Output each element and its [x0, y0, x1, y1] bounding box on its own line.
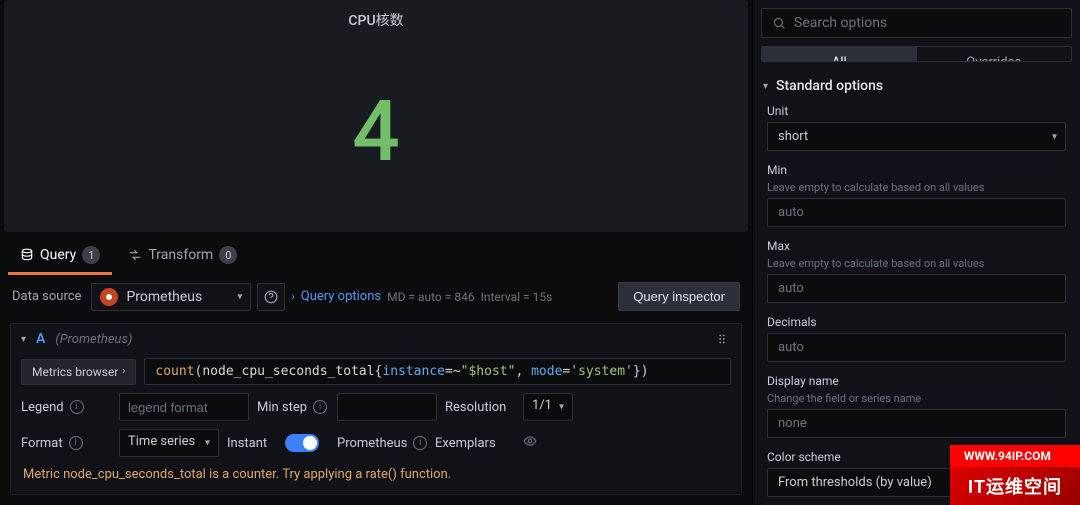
unit-label: Unit [767, 104, 1066, 118]
collapse-icon[interactable]: ▾ [21, 334, 26, 345]
expr-brace-close: } [633, 364, 641, 379]
resolution-label: Resolution [445, 400, 515, 415]
expr-key2: mode [531, 364, 562, 379]
query-inspector-button[interactable]: Query inspector [618, 282, 740, 311]
max-input[interactable]: auto [767, 274, 1066, 303]
datasource-picker[interactable]: Prometheus ▾ [91, 283, 251, 311]
filter-overrides[interactable]: Overrides [917, 47, 1072, 62]
colorscheme-label: Color scheme [767, 450, 1066, 464]
delete-icon[interactable] [687, 330, 705, 348]
legend-label: Legendi [21, 400, 111, 415]
minstep-label: Min stepi [257, 400, 329, 415]
chevron-down-icon: ▾ [1052, 131, 1057, 142]
tab-query[interactable]: Query 1 [8, 236, 112, 274]
expr-comma: , [515, 364, 531, 379]
chevron-down-icon: ▾ [1052, 477, 1057, 488]
search-options-input[interactable]: Search options [761, 8, 1072, 38]
tab-transform-label: Transform [148, 247, 213, 263]
expr-val1: "$host" [461, 364, 516, 379]
resolution-select[interactable]: 1/1▾ [523, 393, 573, 421]
drag-handle-icon[interactable] [713, 330, 731, 348]
format-select[interactable]: Time series▾ [119, 429, 219, 457]
decimals-label: Decimals [767, 315, 1066, 329]
options-pane: Search options All Overrides ▾ Standard … [752, 0, 1080, 505]
displayname-input[interactable]: none [767, 409, 1066, 438]
transform-icon [128, 248, 142, 262]
metrics-browser-label: Metrics browser [32, 365, 118, 379]
legend-input[interactable] [119, 393, 249, 421]
unit-select[interactable]: short▾ [767, 122, 1066, 151]
tab-query-label: Query [40, 247, 76, 263]
query-expression-input[interactable]: count(node_cpu_seconds_total{instance=~"… [144, 358, 731, 385]
min-help: Leave empty to calculate based on all va… [767, 181, 1066, 194]
min-input[interactable]: auto [767, 198, 1066, 227]
chevron-down-icon: ▾ [763, 81, 768, 92]
query-editor: ▾ A (Prometheus) Metrics browser › count… [10, 323, 742, 495]
query-header: ▾ A (Prometheus) [11, 324, 741, 354]
max-help: Leave empty to calculate based on all va… [767, 257, 1066, 270]
datasource-row: Data source Prometheus ▾ › Query options… [0, 274, 752, 319]
query-hint: Metric node_cpu_seconds_total is a count… [11, 461, 741, 494]
exemplars-eye-icon[interactable] [523, 434, 537, 452]
search-placeholder: Search options [794, 15, 887, 31]
chevron-right-icon[interactable]: › [291, 290, 294, 303]
meta-interval: Interval = 15s [481, 290, 553, 304]
panel-body: 4 [4, 30, 748, 232]
displayname-label: Display name [767, 374, 1066, 388]
instant-toggle[interactable] [285, 434, 319, 452]
stat-value: 4 [352, 82, 400, 181]
panel-title: CPU核数 [4, 0, 748, 30]
info-icon[interactable]: i [313, 400, 327, 414]
datasource-help-button[interactable] [257, 283, 285, 311]
prometheus-icon [100, 288, 118, 306]
expr-op1: =~ [445, 364, 461, 379]
options-filter-tabs: All Overrides [761, 46, 1072, 62]
datasource-name: Prometheus [126, 289, 202, 305]
chevron-right-icon: › [122, 366, 125, 377]
format-label: Formati [21, 436, 111, 451]
expr-fn: count [155, 364, 194, 379]
query-options-toggle[interactable]: Query options [301, 289, 381, 304]
visibility-icon[interactable] [661, 330, 679, 348]
search-icon [772, 16, 786, 30]
tab-transform-badge: 0 [219, 246, 237, 264]
instant-label: Instant [227, 436, 277, 451]
tab-query-badge: 1 [82, 246, 100, 264]
query-source-hint: (Prometheus) [55, 332, 132, 347]
minstep-input[interactable] [337, 393, 437, 421]
info-icon[interactable]: i [413, 436, 427, 450]
section-standard-options[interactable]: ▾ Standard options [753, 72, 1080, 100]
expr-metric: node_cpu_seconds_total [202, 364, 374, 379]
visualization-panel: CPU核数 4 [4, 0, 748, 232]
displayname-help: Change the field or series name [767, 392, 1066, 405]
chevron-down-icon: ▾ [205, 438, 210, 449]
filter-all[interactable]: All [762, 47, 917, 62]
info-icon[interactable]: i [70, 400, 84, 414]
exemplars-label: Exemplars [435, 436, 515, 451]
datasource-label: Data source [12, 289, 81, 304]
meta-md: MD = auto = 846 [387, 290, 474, 304]
metrics-browser-button[interactable]: Metrics browser › [21, 359, 136, 385]
decimals-input[interactable]: auto [767, 333, 1066, 362]
expr-val2: 'system' [570, 364, 633, 379]
prometheus-label: Prometheusi [337, 436, 427, 451]
chevron-down-icon: ▾ [237, 291, 242, 302]
tab-transform[interactable]: Transform 0 [116, 236, 249, 274]
expr-paren-close: ) [641, 364, 649, 379]
database-icon [20, 248, 34, 262]
max-label: Max [767, 239, 1066, 253]
help-icon[interactable] [609, 330, 627, 348]
chevron-down-icon: ▾ [559, 402, 564, 413]
info-icon[interactable]: i [69, 436, 83, 450]
duplicate-icon[interactable] [635, 330, 653, 348]
expr-key1: instance [382, 364, 445, 379]
query-ref-id[interactable]: A [36, 331, 45, 347]
min-label: Min [767, 163, 1066, 177]
tabs: Query 1 Transform 0 [0, 236, 752, 274]
colorscheme-select[interactable]: From thresholds (by value)▾ [767, 468, 1066, 497]
